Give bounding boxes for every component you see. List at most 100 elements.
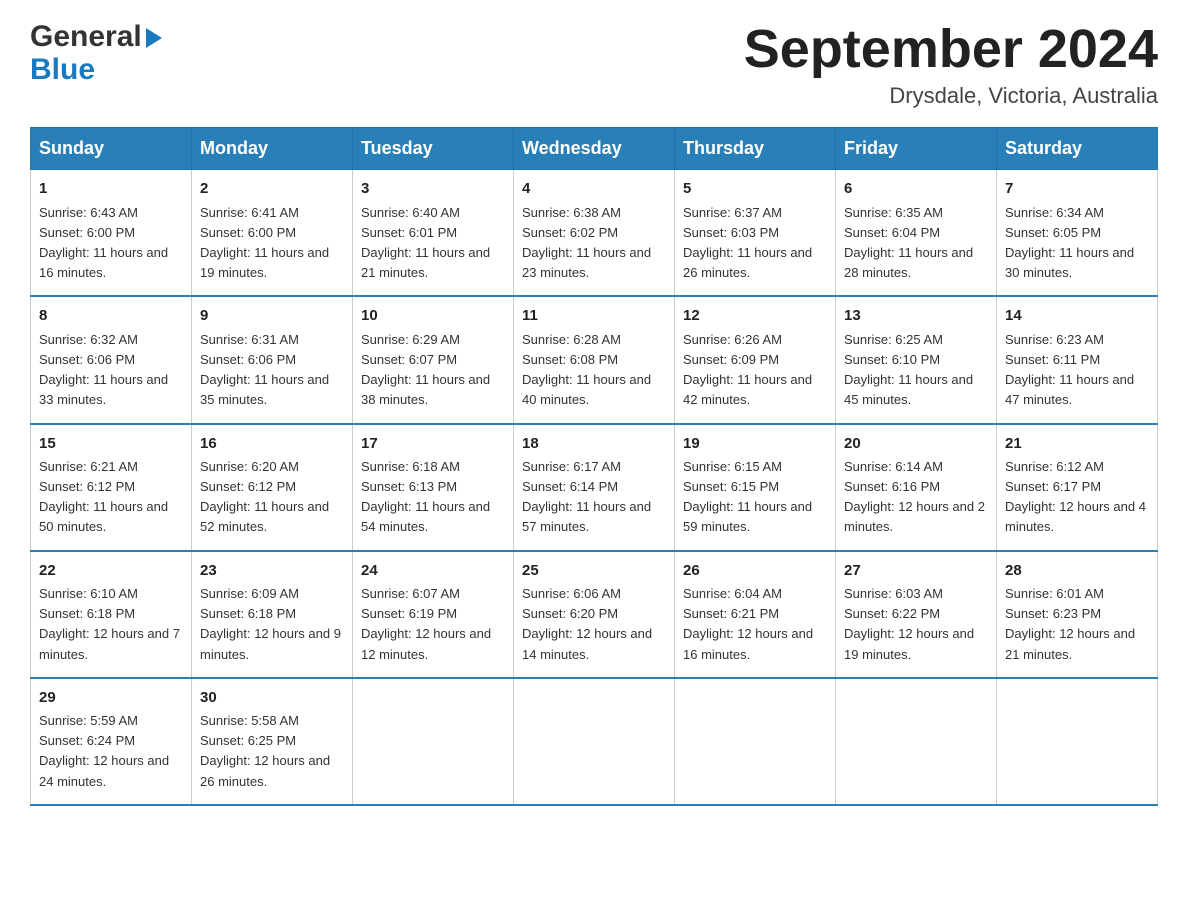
day-info: Sunrise: 6:43 AMSunset: 6:00 PMDaylight:… (39, 203, 183, 284)
calendar-table: SundayMondayTuesdayWednesdayThursdayFrid… (30, 127, 1158, 805)
day-number: 9 (200, 305, 344, 328)
day-number: 16 (200, 433, 344, 456)
calendar-cell: 2Sunrise: 6:41 AMSunset: 6:00 PMDaylight… (192, 170, 353, 297)
calendar-cell: 7Sunrise: 6:34 AMSunset: 6:05 PMDaylight… (997, 170, 1158, 297)
logo-blue-text: Blue (30, 53, 95, 86)
day-number: 11 (522, 305, 666, 328)
day-info: Sunrise: 6:17 AMSunset: 6:14 PMDaylight:… (522, 457, 666, 538)
day-info: Sunrise: 6:12 AMSunset: 6:17 PMDaylight:… (1005, 457, 1149, 538)
day-info: Sunrise: 6:03 AMSunset: 6:22 PMDaylight:… (844, 584, 988, 665)
day-info: Sunrise: 6:15 AMSunset: 6:15 PMDaylight:… (683, 457, 827, 538)
logo-arrow-icon (146, 28, 162, 48)
calendar-cell: 30Sunrise: 5:58 AMSunset: 6:25 PMDayligh… (192, 678, 353, 805)
calendar-cell: 29Sunrise: 5:59 AMSunset: 6:24 PMDayligh… (31, 678, 192, 805)
calendar-cell: 5Sunrise: 6:37 AMSunset: 6:03 PMDaylight… (675, 170, 836, 297)
calendar-cell: 26Sunrise: 6:04 AMSunset: 6:21 PMDayligh… (675, 551, 836, 678)
day-info: Sunrise: 6:23 AMSunset: 6:11 PMDaylight:… (1005, 330, 1149, 411)
calendar-cell: 17Sunrise: 6:18 AMSunset: 6:13 PMDayligh… (353, 424, 514, 551)
day-info: Sunrise: 5:58 AMSunset: 6:25 PMDaylight:… (200, 711, 344, 792)
calendar-cell (353, 678, 514, 805)
calendar-week-row: 8Sunrise: 6:32 AMSunset: 6:06 PMDaylight… (31, 296, 1158, 423)
day-info: Sunrise: 6:04 AMSunset: 6:21 PMDaylight:… (683, 584, 827, 665)
day-number: 22 (39, 560, 183, 583)
day-info: Sunrise: 6:25 AMSunset: 6:10 PMDaylight:… (844, 330, 988, 411)
day-number: 19 (683, 433, 827, 456)
calendar-cell: 27Sunrise: 6:03 AMSunset: 6:22 PMDayligh… (836, 551, 997, 678)
day-info: Sunrise: 6:37 AMSunset: 6:03 PMDaylight:… (683, 203, 827, 284)
day-header-sunday: Sunday (31, 128, 192, 170)
day-number: 1 (39, 178, 183, 201)
calendar-cell: 3Sunrise: 6:40 AMSunset: 6:01 PMDaylight… (353, 170, 514, 297)
calendar-cell: 14Sunrise: 6:23 AMSunset: 6:11 PMDayligh… (997, 296, 1158, 423)
calendar-cell: 11Sunrise: 6:28 AMSunset: 6:08 PMDayligh… (514, 296, 675, 423)
logo: General Blue (30, 20, 162, 86)
day-number: 3 (361, 178, 505, 201)
day-number: 26 (683, 560, 827, 583)
day-info: Sunrise: 6:41 AMSunset: 6:00 PMDaylight:… (200, 203, 344, 284)
calendar-cell: 12Sunrise: 6:26 AMSunset: 6:09 PMDayligh… (675, 296, 836, 423)
calendar-cell: 22Sunrise: 6:10 AMSunset: 6:18 PMDayligh… (31, 551, 192, 678)
day-info: Sunrise: 6:28 AMSunset: 6:08 PMDaylight:… (522, 330, 666, 411)
day-header-thursday: Thursday (675, 128, 836, 170)
day-info: Sunrise: 6:32 AMSunset: 6:06 PMDaylight:… (39, 330, 183, 411)
calendar-cell: 24Sunrise: 6:07 AMSunset: 6:19 PMDayligh… (353, 551, 514, 678)
day-info: Sunrise: 6:26 AMSunset: 6:09 PMDaylight:… (683, 330, 827, 411)
calendar-cell: 21Sunrise: 6:12 AMSunset: 6:17 PMDayligh… (997, 424, 1158, 551)
calendar-cell (836, 678, 997, 805)
calendar-cell: 20Sunrise: 6:14 AMSunset: 6:16 PMDayligh… (836, 424, 997, 551)
calendar-week-row: 1Sunrise: 6:43 AMSunset: 6:00 PMDaylight… (31, 170, 1158, 297)
calendar-cell: 16Sunrise: 6:20 AMSunset: 6:12 PMDayligh… (192, 424, 353, 551)
page-header: General Blue September 2024 Drysdale, Vi… (30, 20, 1158, 109)
day-number: 10 (361, 305, 505, 328)
calendar-cell: 15Sunrise: 6:21 AMSunset: 6:12 PMDayligh… (31, 424, 192, 551)
logo-general-text: General (30, 20, 142, 53)
day-number: 14 (1005, 305, 1149, 328)
calendar-cell: 18Sunrise: 6:17 AMSunset: 6:14 PMDayligh… (514, 424, 675, 551)
calendar-cell: 8Sunrise: 6:32 AMSunset: 6:06 PMDaylight… (31, 296, 192, 423)
calendar-cell: 10Sunrise: 6:29 AMSunset: 6:07 PMDayligh… (353, 296, 514, 423)
calendar-cell (514, 678, 675, 805)
day-info: Sunrise: 6:38 AMSunset: 6:02 PMDaylight:… (522, 203, 666, 284)
day-header-wednesday: Wednesday (514, 128, 675, 170)
calendar-cell: 1Sunrise: 6:43 AMSunset: 6:00 PMDaylight… (31, 170, 192, 297)
day-number: 13 (844, 305, 988, 328)
day-number: 5 (683, 178, 827, 201)
day-number: 2 (200, 178, 344, 201)
calendar-cell: 28Sunrise: 6:01 AMSunset: 6:23 PMDayligh… (997, 551, 1158, 678)
day-number: 7 (1005, 178, 1149, 201)
day-header-saturday: Saturday (997, 128, 1158, 170)
calendar-cell: 6Sunrise: 6:35 AMSunset: 6:04 PMDaylight… (836, 170, 997, 297)
day-info: Sunrise: 6:07 AMSunset: 6:19 PMDaylight:… (361, 584, 505, 665)
day-info: Sunrise: 6:01 AMSunset: 6:23 PMDaylight:… (1005, 584, 1149, 665)
calendar-cell: 23Sunrise: 6:09 AMSunset: 6:18 PMDayligh… (192, 551, 353, 678)
calendar-title: September 2024 (744, 20, 1158, 79)
day-number: 18 (522, 433, 666, 456)
day-info: Sunrise: 6:35 AMSunset: 6:04 PMDaylight:… (844, 203, 988, 284)
day-info: Sunrise: 6:29 AMSunset: 6:07 PMDaylight:… (361, 330, 505, 411)
day-info: Sunrise: 5:59 AMSunset: 6:24 PMDaylight:… (39, 711, 183, 792)
calendar-cell: 19Sunrise: 6:15 AMSunset: 6:15 PMDayligh… (675, 424, 836, 551)
day-info: Sunrise: 6:40 AMSunset: 6:01 PMDaylight:… (361, 203, 505, 284)
day-number: 8 (39, 305, 183, 328)
day-number: 17 (361, 433, 505, 456)
calendar-week-row: 15Sunrise: 6:21 AMSunset: 6:12 PMDayligh… (31, 424, 1158, 551)
day-info: Sunrise: 6:09 AMSunset: 6:18 PMDaylight:… (200, 584, 344, 665)
day-number: 20 (844, 433, 988, 456)
day-number: 21 (1005, 433, 1149, 456)
day-info: Sunrise: 6:14 AMSunset: 6:16 PMDaylight:… (844, 457, 988, 538)
calendar-cell: 13Sunrise: 6:25 AMSunset: 6:10 PMDayligh… (836, 296, 997, 423)
day-number: 15 (39, 433, 183, 456)
calendar-cell (997, 678, 1158, 805)
day-info: Sunrise: 6:10 AMSunset: 6:18 PMDaylight:… (39, 584, 183, 665)
day-number: 4 (522, 178, 666, 201)
calendar-header-row: SundayMondayTuesdayWednesdayThursdayFrid… (31, 128, 1158, 170)
day-info: Sunrise: 6:31 AMSunset: 6:06 PMDaylight:… (200, 330, 344, 411)
day-number: 28 (1005, 560, 1149, 583)
calendar-week-row: 22Sunrise: 6:10 AMSunset: 6:18 PMDayligh… (31, 551, 1158, 678)
day-info: Sunrise: 6:18 AMSunset: 6:13 PMDaylight:… (361, 457, 505, 538)
calendar-cell (675, 678, 836, 805)
title-block: September 2024 Drysdale, Victoria, Austr… (744, 20, 1158, 109)
day-number: 25 (522, 560, 666, 583)
calendar-week-row: 29Sunrise: 5:59 AMSunset: 6:24 PMDayligh… (31, 678, 1158, 805)
day-number: 24 (361, 560, 505, 583)
